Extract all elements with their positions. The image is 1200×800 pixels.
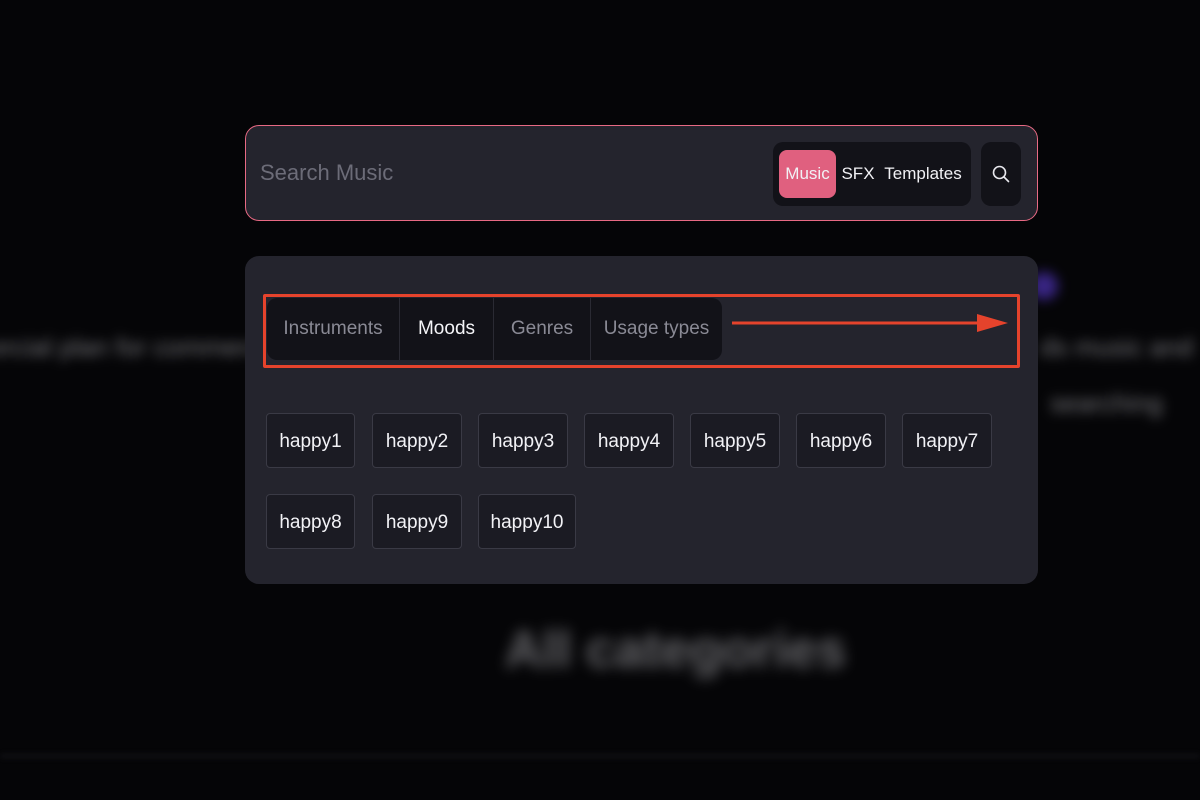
search-bar: Music SFX Templates: [245, 125, 1038, 221]
mood-chip[interactable]: happy8: [266, 494, 355, 549]
annotation-arrow-icon: [732, 314, 1008, 332]
tab-moods[interactable]: Moods: [400, 298, 494, 360]
background-text-right: ds music and: [1040, 332, 1194, 362]
tab-genres[interactable]: Genres: [494, 298, 591, 360]
content-type-switch: Music SFX Templates: [773, 142, 971, 206]
mood-chip[interactable]: happy10: [478, 494, 576, 549]
search-input[interactable]: [260, 150, 740, 196]
mood-chip[interactable]: happy1: [266, 413, 355, 468]
type-sfx-button[interactable]: SFX: [839, 150, 877, 198]
mood-chip[interactable]: happy6: [796, 413, 886, 468]
background-text-right-2: searching: [1050, 388, 1163, 418]
mood-chip[interactable]: happy5: [690, 413, 780, 468]
tab-usage-types[interactable]: Usage types: [591, 298, 722, 360]
category-panel: Instruments Moods Genres Usage types hap…: [245, 256, 1038, 584]
mood-chip[interactable]: happy3: [478, 413, 568, 468]
type-templates-button[interactable]: Templates: [881, 150, 965, 198]
mood-chip[interactable]: happy7: [902, 413, 992, 468]
mood-chip[interactable]: happy2: [372, 413, 462, 468]
mood-chip[interactable]: happy4: [584, 413, 674, 468]
background-divider: [0, 755, 1200, 757]
background-heading: All categories: [505, 621, 847, 679]
category-tabs: Instruments Moods Genres Usage types: [267, 298, 722, 360]
type-music-button[interactable]: Music: [779, 150, 836, 198]
search-button[interactable]: [981, 142, 1021, 206]
search-icon: [992, 165, 1010, 183]
tab-instruments[interactable]: Instruments: [267, 298, 400, 360]
mood-chip[interactable]: happy9: [372, 494, 462, 549]
